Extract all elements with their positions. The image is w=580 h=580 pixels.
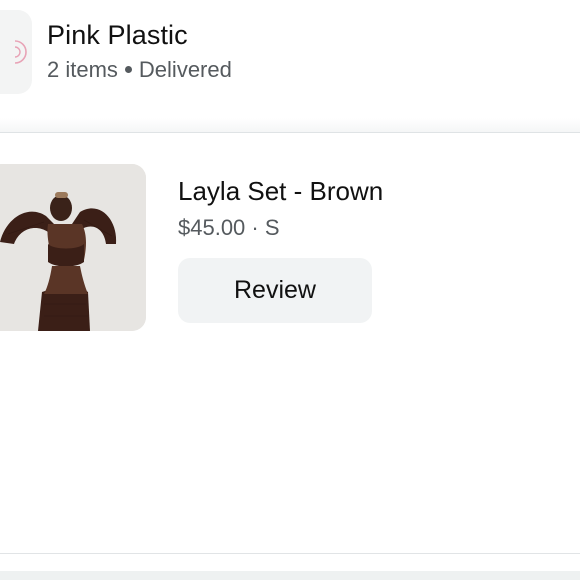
item-meta: $45.00 · S [178, 215, 280, 241]
item-price: $45.00 [178, 215, 246, 240]
delivery-status: Delivered [138, 57, 232, 82]
store-logo-icon [14, 40, 27, 64]
order-detail-page: Pink Plastic 2 items Delivered Layla Set… [0, 0, 580, 580]
item-count: 2 items [47, 57, 118, 82]
item-title[interactable]: Layla Set - Brown [178, 176, 383, 207]
store-name[interactable]: Pink Plastic [47, 20, 188, 51]
product-photo-icon [0, 164, 146, 331]
meta-separator: · [251, 215, 259, 240]
dot-separator [124, 66, 132, 74]
order-summary: 2 items Delivered [47, 57, 232, 83]
divider [0, 132, 580, 133]
product-image[interactable] [0, 164, 146, 331]
footer-band [0, 571, 580, 580]
divider [0, 553, 580, 554]
header-shadow [0, 118, 580, 132]
review-button[interactable]: Review [178, 258, 372, 323]
item-size: S [264, 215, 280, 240]
store-logo[interactable] [0, 10, 32, 94]
